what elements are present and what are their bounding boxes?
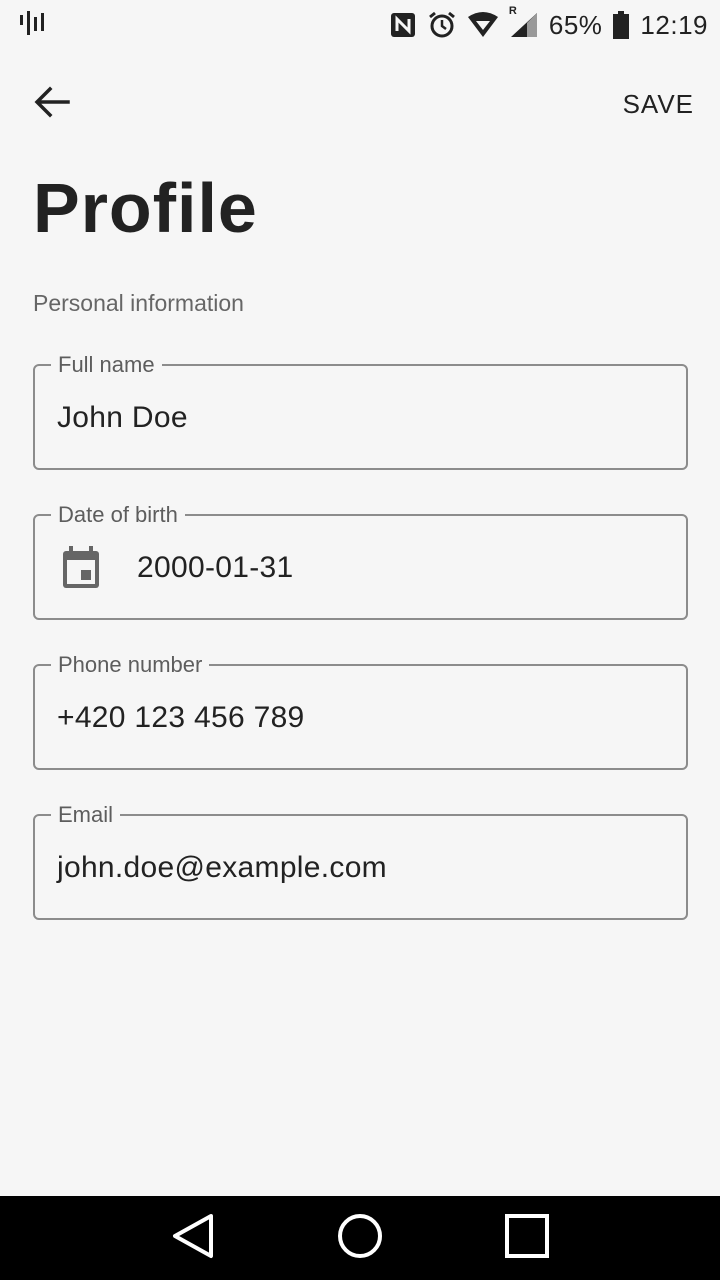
date-of-birth-input[interactable]: 2000-01-31 — [137, 516, 657, 620]
profile-screen: R 65% 12:19 SAVE Profile Personal inform… — [0, 0, 720, 1280]
navigation-bar — [0, 1196, 720, 1280]
arrow-left-icon — [32, 82, 72, 127]
cell-signal-icon: R — [509, 5, 539, 39]
nav-back-button[interactable] — [163, 1208, 223, 1268]
email-input[interactable]: john.doe@example.com — [57, 816, 657, 920]
roaming-r-icon: R — [508, 5, 517, 17]
section-label: Personal information — [33, 290, 244, 316]
recents-square-icon — [504, 1213, 550, 1264]
page-title: Profile — [33, 169, 258, 247]
date-of-birth-field[interactable]: Date of birth 2000-01-31 — [33, 501, 688, 620]
alarm-icon — [427, 10, 457, 40]
calendar-icon[interactable] — [61, 546, 101, 590]
app-bar: SAVE — [0, 62, 720, 146]
full-name-input[interactable]: John Doe — [57, 366, 657, 470]
email-field[interactable]: Email john.doe@example.com — [33, 801, 688, 920]
battery-icon — [612, 10, 630, 40]
battery-percent: 65% — [548, 9, 603, 40]
back-button[interactable] — [32, 80, 80, 128]
nav-home-button[interactable] — [330, 1208, 390, 1268]
back-triangle-icon — [171, 1212, 215, 1265]
nfc-icon — [389, 11, 417, 39]
phone-number-field[interactable]: Phone number +420 123 456 789 — [33, 651, 688, 770]
save-button[interactable]: SAVE — [613, 79, 704, 130]
nav-recents-button[interactable] — [497, 1208, 557, 1268]
full-name-field[interactable]: Full name John Doe — [33, 351, 688, 470]
phone-number-input[interactable]: +420 123 456 789 — [57, 666, 657, 770]
signal-bars-icon — [18, 9, 46, 42]
clock: 12:19 — [640, 9, 708, 40]
home-circle-icon — [336, 1212, 384, 1265]
status-bar: R 65% 12:19 — [0, 0, 720, 50]
wifi-icon — [467, 11, 499, 39]
